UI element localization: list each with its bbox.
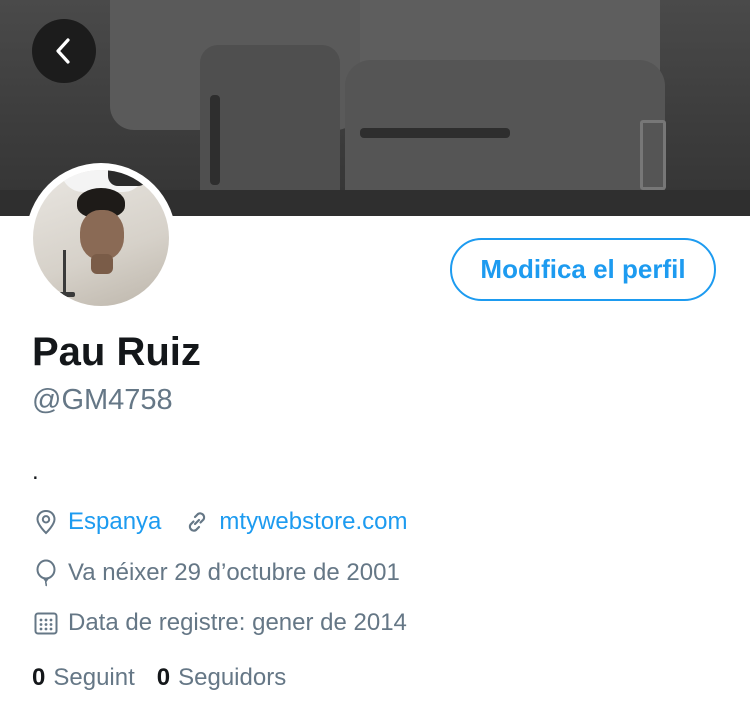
avatar-lamp-base	[55, 292, 75, 297]
edit-profile-button[interactable]: Modifica el perfil	[450, 238, 716, 301]
chevron-left-icon	[56, 38, 70, 64]
banner-luggage-tag	[640, 120, 666, 190]
joined-text: Data de registre: gener de 2014	[68, 609, 407, 636]
back-button[interactable]	[32, 19, 96, 83]
location-website-row: Espanya mtywebstore.com	[32, 508, 407, 536]
followers-count: 0	[156, 664, 171, 691]
avatar[interactable]	[26, 163, 176, 313]
birthday-text: Va néixer 29 d’octubre de 2001	[68, 559, 400, 586]
banner-bag-left-front	[200, 45, 340, 210]
following-count: 0	[32, 664, 46, 691]
avatar-lamp	[63, 250, 66, 296]
profile-name: Pau Ruiz	[32, 330, 201, 374]
link-icon	[183, 508, 211, 536]
avatar-dark-clothing	[108, 170, 148, 186]
banner-zipper	[360, 128, 510, 138]
location-link[interactable]: Espanya	[68, 508, 161, 536]
profile-bio: .	[32, 458, 39, 485]
followers-stat[interactable]: 0 Seguidors	[157, 664, 286, 692]
profile-handle: @GM4758	[32, 384, 173, 416]
joined-row: Data de registre: gener de 2014	[32, 609, 407, 637]
avatar-neck	[91, 254, 113, 274]
location-pin-icon	[32, 508, 60, 536]
followers-label: Seguidors	[178, 664, 287, 691]
banner-zipper-vertical	[210, 95, 220, 185]
following-stat[interactable]: 0 Seguint	[32, 664, 135, 692]
calendar-icon	[32, 609, 60, 637]
balloon-icon	[32, 559, 60, 587]
avatar-face	[80, 210, 124, 260]
avatar-photo	[33, 170, 169, 306]
following-label: Seguint	[53, 664, 135, 691]
website-link[interactable]: mtywebstore.com	[219, 508, 407, 536]
birthday-row: Va néixer 29 d’octubre de 2001	[32, 559, 400, 587]
follow-stats: 0 Seguint 0 Seguidors	[32, 664, 286, 692]
